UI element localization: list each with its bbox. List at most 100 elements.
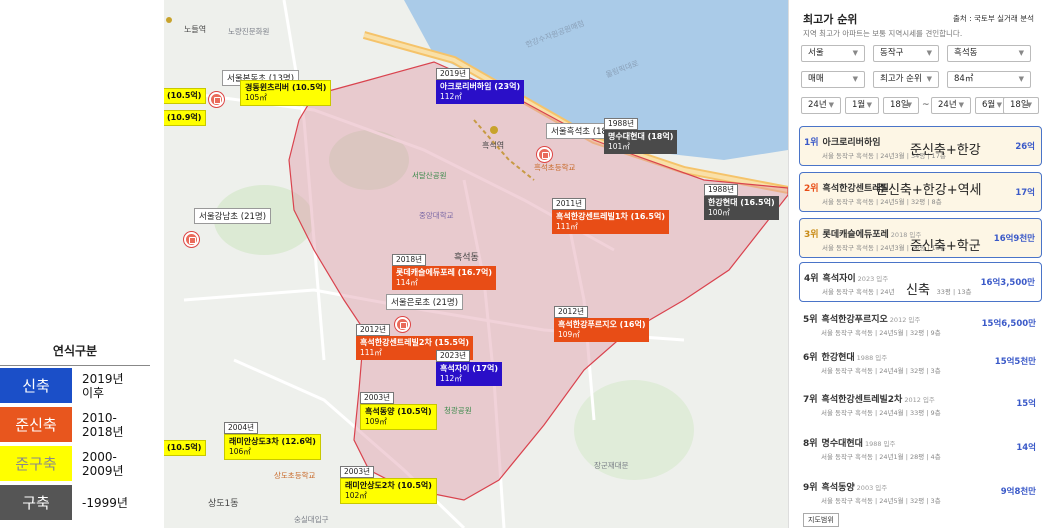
apt-year: 2019년: [436, 68, 470, 80]
sort-select[interactable]: 최고가 순위 ▼: [873, 71, 939, 88]
start-month-value: 1월: [852, 100, 866, 110]
apt-card-centreville-1[interactable]: 2011년 흑석한강센트레빌1차 (16.5억) 111㎡: [552, 198, 670, 234]
apt-year: 2011년: [552, 198, 586, 210]
panel-subtitle: 지역 최고가 아파트는 보통 지역시세를 견인합니다.: [803, 29, 963, 38]
rank-name: 흑석한강센트레빌2차: [821, 395, 903, 405]
rank-detail: 서울 동작구 흑석동 | 24년1월 | 28평 | 4층: [821, 453, 941, 461]
rank-year: 2003 입주: [856, 484, 888, 492]
rank-item-7[interactable]: 7위 흑석한강센트레빌2차 2012 입주 서울 동작구 흑석동 | 24년4월 |…: [799, 384, 1042, 424]
end-year-value: 24년: [938, 100, 957, 110]
rank-detail: 서울 동작구 흑석동 | 24년4월 | 33평 | 9층: [821, 409, 941, 417]
apt-year: 2012년: [554, 306, 588, 318]
apt-area: 111㎡: [556, 222, 578, 231]
rank-item-2[interactable]: 2위 흑석한강센트레빌 서울 동작구 흑석동 | 24년5월 | 32평 | 8층…: [799, 172, 1042, 212]
size-select-value: 84㎡: [954, 74, 974, 84]
apt-year: 1988년: [604, 118, 638, 130]
apt-card-acro-river-heim[interactable]: 2019년 아크로리버하임 (23억) 112㎡: [436, 68, 525, 104]
map-label-chunggwang: 청광공원: [444, 406, 472, 415]
apt-area: 106㎡: [229, 447, 251, 456]
apt-name: 래미안상도2차 (10.5억): [345, 481, 432, 490]
apt-name: 아크로리버하임 (23억): [440, 82, 521, 91]
apt-card-prugio[interactable]: 2012년 흑석한강푸르지오 (16억) 109㎡: [554, 306, 650, 342]
city-select-value: 서울: [808, 48, 824, 58]
rank-item-3[interactable]: 3위 롯데캐슬에듀포레 2018 입주 서울 동작구 흑석동 | 24년3월 | 3…: [799, 218, 1042, 258]
school-pin-gangnam[interactable]: [184, 232, 199, 247]
apt-card-lotte-castle[interactable]: 2018년 롯데캐슬에듀포레 (16.7억) 114㎡: [392, 254, 497, 290]
start-year-select[interactable]: 24년 ▼: [801, 97, 841, 114]
apt-area: 112㎡: [440, 374, 462, 383]
school-pin-heukseok[interactable]: [537, 147, 552, 162]
map-canvas[interactable]: 노들역 노량진문화원 한강수자원공원매점 올림픽대로 흑석역 흑석동 서달산공원…: [164, 0, 788, 528]
legend-range-semi-new: 2010- 2018년: [82, 410, 124, 439]
legend-row-old: 구축 -1999년: [0, 483, 150, 522]
apt-card-hangang-hyundai[interactable]: 1988년 한강현대 (16.5억) 100㎡: [704, 184, 779, 220]
apt-year: 2012년: [356, 324, 390, 336]
school-office-eunro[interactable]: 서울은로초 (21명): [386, 294, 464, 310]
rank-price: 14억: [1016, 443, 1036, 453]
apt-name: 흑석동양 (10.5억): [365, 407, 432, 416]
city-select[interactable]: 서울 ▼: [801, 45, 865, 62]
apt-card-raemian-3[interactable]: 2004년 래미안상도3차 (12.6억) 106㎡: [224, 422, 321, 460]
chevron-down-icon: ▼: [906, 101, 912, 109]
rank-item-6[interactable]: 6위 한강현대 1988 입주 서울 동작구 흑석동 | 24년4월 | 32평 |…: [799, 342, 1042, 382]
trade-select[interactable]: 매매 ▼: [801, 71, 865, 88]
end-day-select[interactable]: 18일 ▼: [1003, 97, 1039, 114]
rank-name: 흑석동양: [821, 483, 855, 493]
rank-year: 2012 입주: [904, 396, 935, 404]
map-label-soongsil: 숭실대입구: [294, 515, 329, 524]
map-label-heukseok-station: 흑석역: [482, 141, 505, 150]
rank-name: 흑석자이: [822, 274, 856, 284]
apt-card-myeongsudae[interactable]: 1988년 명수대현대 (18억) 101㎡: [604, 118, 678, 154]
end-year-select[interactable]: 24년 ▼: [931, 97, 971, 114]
start-month-select[interactable]: 1월 ▼: [845, 97, 879, 114]
rank-item-9[interactable]: 9위 흑석동양 2003 입주 서울 동작구 흑석동 | 24년5월 | 32평 |…: [799, 472, 1042, 512]
apt-name: 한강현대 (16.5억): [708, 198, 775, 207]
apt-card-partial-2[interactable]: (10.9억): [164, 110, 207, 126]
size-select[interactable]: 84㎡ ▼: [947, 71, 1031, 88]
dong-select[interactable]: 흑석동 ▼: [947, 45, 1031, 62]
rank-number: 6위: [803, 353, 818, 363]
apt-card-partial-3[interactable]: (10.5억): [164, 88, 207, 104]
apt-area: 114㎡: [396, 278, 418, 287]
rank-number: 4위: [804, 274, 819, 284]
legend-swatch-semi-new: 준신축: [0, 407, 72, 442]
apt-name: (10.9억): [167, 113, 202, 122]
rank-price: 9억8천만: [1000, 487, 1036, 497]
rank-price: 15억: [1016, 399, 1036, 409]
district-select[interactable]: 동작구 ▼: [873, 45, 939, 62]
date-range-tilde: ~: [922, 100, 930, 110]
rank-number: 1위: [804, 138, 819, 148]
rank-item-1[interactable]: 1위 아크로리버하임 서울 동작구 흑석동 | 24년3월 | 34평 | 17층…: [799, 126, 1042, 166]
rank-item-5[interactable]: 5위 흑석한강푸르지오 2012 입주 서울 동작구 흑석동 | 24년5월 | 3…: [799, 304, 1042, 344]
apt-area: 101㎡: [608, 142, 630, 151]
apt-area: 100㎡: [708, 208, 730, 217]
legend-swatch-semi-old: 준구축: [0, 446, 72, 481]
rank-price: 17억: [1015, 188, 1035, 198]
apt-area: 109㎡: [365, 417, 387, 426]
apt-card-kyungdong[interactable]: 경동윈츠리버 (10.5억) 105㎡: [240, 80, 332, 106]
apt-card-dongyang[interactable]: 2003년 흑석동양 (10.5억) 109㎡: [360, 392, 437, 430]
zoom-range-button[interactable]: 지도범위: [803, 513, 839, 527]
apt-area: 112㎡: [440, 92, 462, 101]
rank-detail-tail: 33평 | 13층: [936, 288, 972, 296]
rank-item-8[interactable]: 8위 명수대현대 1988 입주 서울 동작구 흑석동 | 24년1월 | 28평 …: [799, 428, 1042, 468]
apt-card-raemian-2[interactable]: 2003년 래미안상도2차 (10.5억) 102㎡: [340, 466, 437, 504]
rank-number: 7위: [803, 395, 818, 405]
apt-area: 109㎡: [558, 330, 580, 339]
legend-swatch-new: 신축: [0, 368, 72, 403]
rank-annotation: 준신축+한강+역세: [876, 183, 982, 198]
rank-name: 아크로리버하임: [822, 138, 881, 148]
rank-item-4[interactable]: 4위 흑석자이 2023 입주 서울 동작구 흑석동 | 24년 33평 | 13층…: [799, 262, 1042, 302]
apt-name: 명수대현대 (18억): [608, 132, 674, 141]
chevron-down-icon: ▼: [958, 101, 964, 109]
school-office-gangnam[interactable]: 서울강남초 (21명): [194, 208, 272, 224]
apt-year: 2018년: [392, 254, 426, 266]
school-pin-bondong[interactable]: [209, 92, 224, 107]
chevron-down-icon: ▼: [926, 75, 932, 83]
apt-card-xi[interactable]: 2023년 흑석자이 (17억) 112㎡: [436, 350, 503, 386]
chevron-down-icon: ▼: [1018, 75, 1024, 83]
rank-annotation: 신축: [906, 283, 930, 298]
start-day-select[interactable]: 18일 ▼: [883, 97, 919, 114]
apt-name: 래미안상도3차 (12.6억): [229, 437, 316, 446]
apt-card-partial-1[interactable]: (10.5억): [164, 440, 207, 456]
